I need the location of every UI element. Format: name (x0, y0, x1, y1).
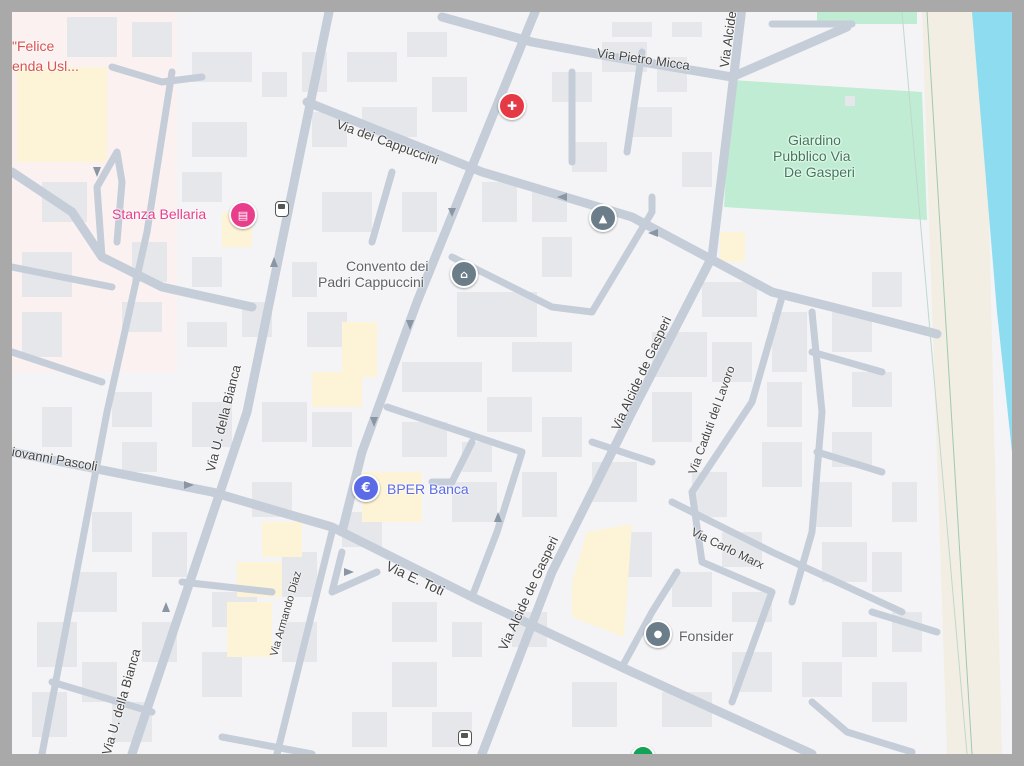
poi-convento-label-line2[interactable]: Padri Cappuccini (318, 274, 424, 290)
bed-icon[interactable]: ▤ (229, 201, 257, 229)
poi-felice-label-line2[interactable]: enda Usl... (12, 58, 79, 74)
place-icon[interactable]: ● (644, 620, 672, 648)
bus-stop-icon-bottom[interactable] (458, 730, 472, 746)
map-view[interactable]: Via Pietro Micca Via Alcide Via dei Capp… (12, 12, 1012, 754)
poi-stanza-bellaria-label[interactable]: Stanza Bellaria (112, 206, 206, 222)
poi-convento-label-line1[interactable]: Convento dei (346, 258, 429, 274)
hospital-icon[interactable]: ✚ (498, 92, 526, 120)
graduation-cap-icon[interactable]: ▲ (589, 204, 617, 232)
poi-giardino-label-line2[interactable]: Pubblico Via (773, 148, 851, 164)
hospital-building (17, 67, 107, 162)
museum-icon[interactable]: ⌂ (450, 260, 478, 288)
poi-fonsider-label[interactable]: Fonsider (679, 628, 733, 644)
poi-giardino-label-line1[interactable]: Giardino (788, 132, 841, 148)
poi-felice-label-line1[interactable]: "Felice (12, 38, 54, 54)
euro-icon[interactable]: € (352, 474, 380, 502)
bus-stop-icon[interactable] (275, 201, 289, 217)
poi-bper-banca-label[interactable]: BPER Banca (387, 481, 469, 497)
poi-giardino-label-line3[interactable]: De Gasperi (784, 164, 855, 180)
